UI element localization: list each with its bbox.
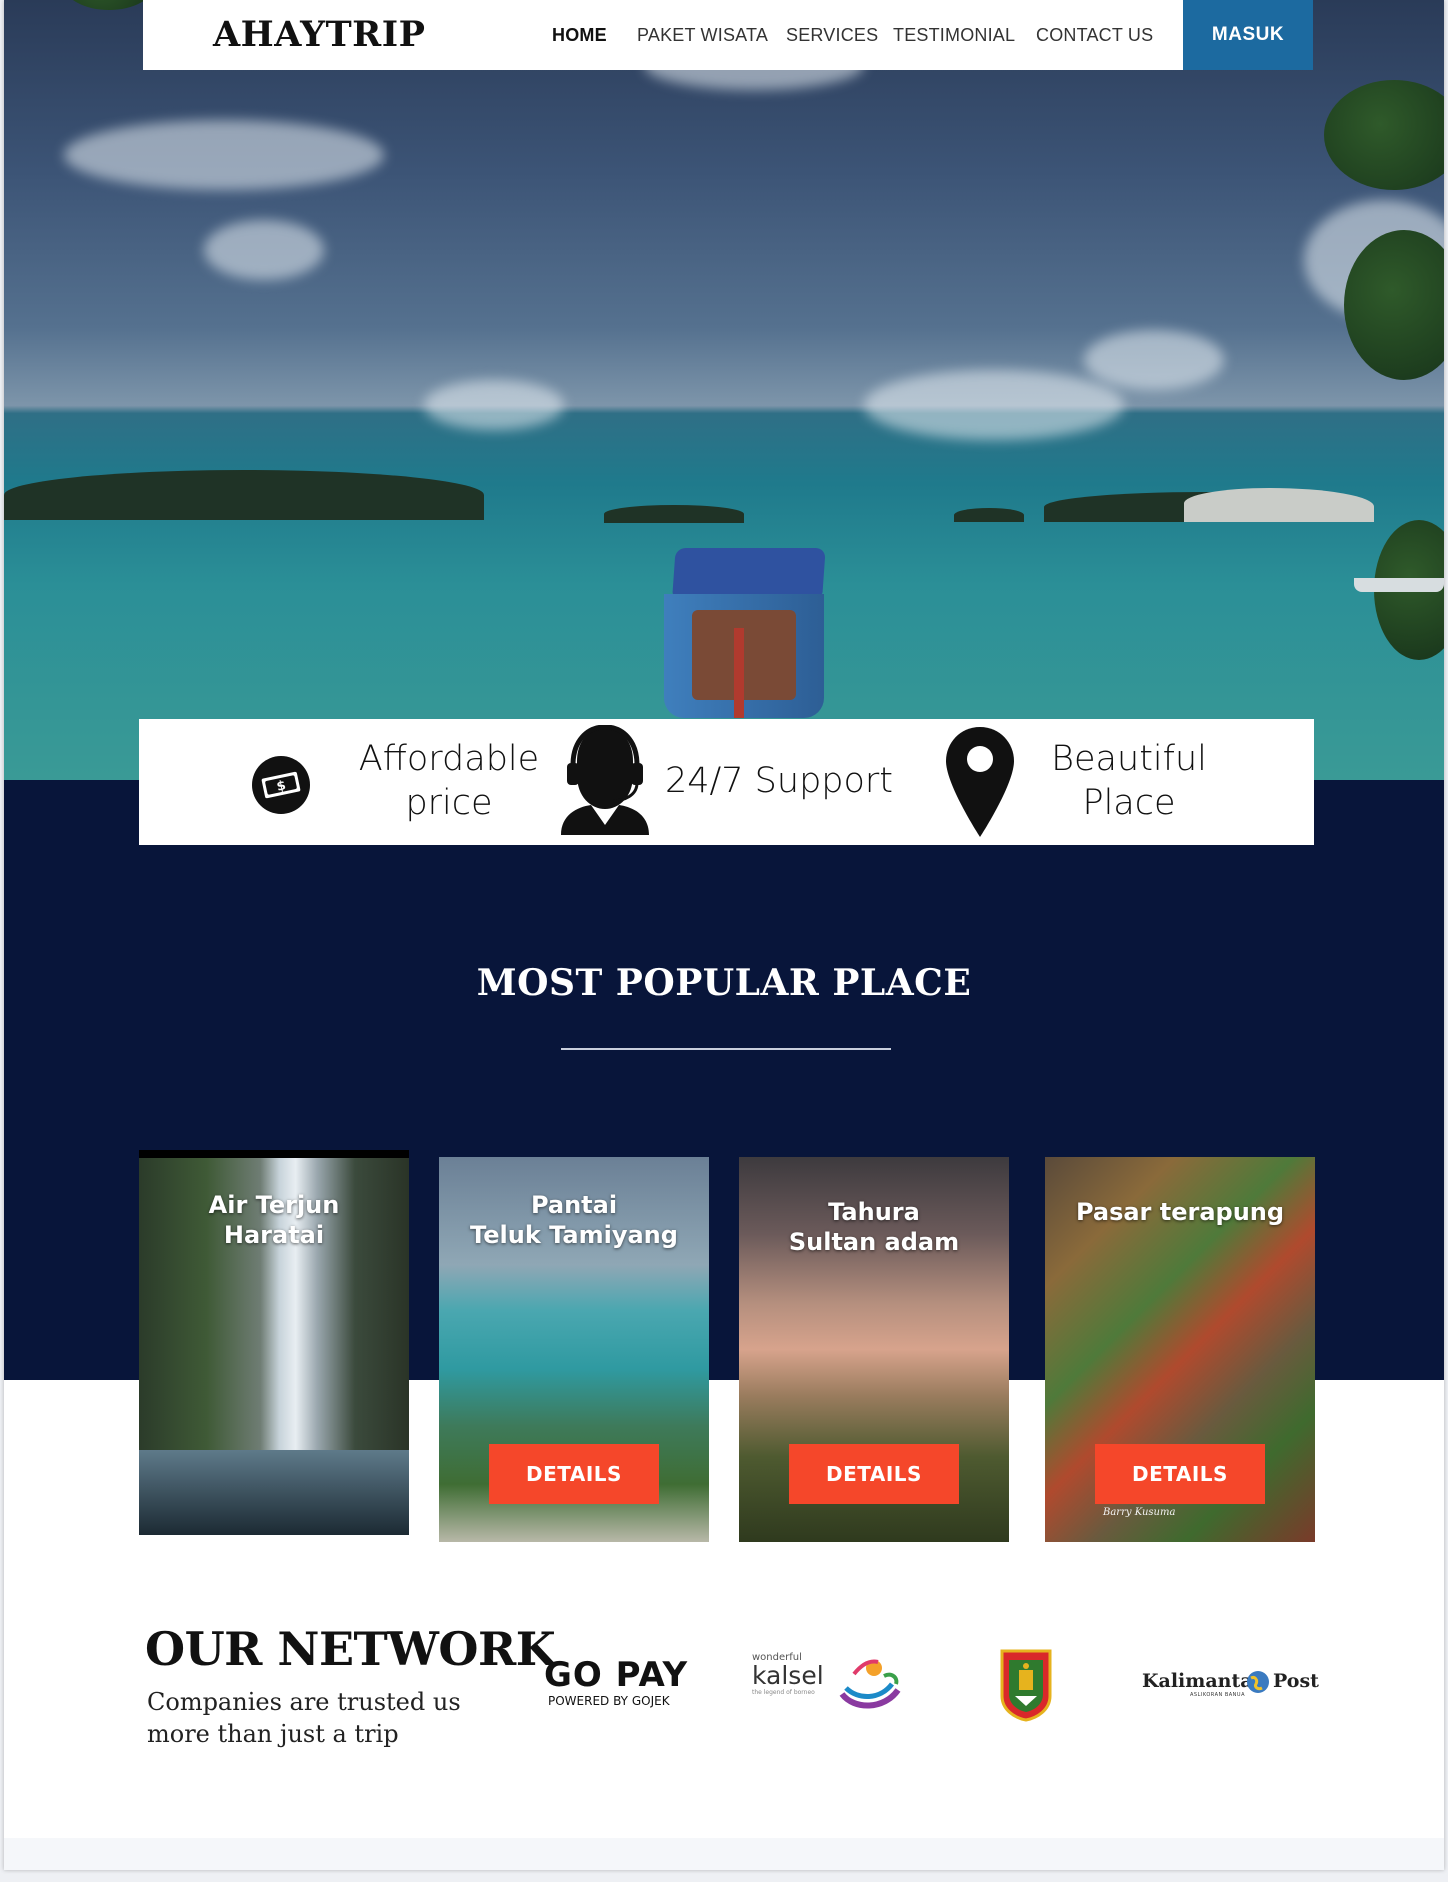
- kalimantan-post-wordmark: Kalimantan Post: [1142, 1670, 1319, 1692]
- feature-support: 24/7 Support: [664, 761, 894, 801]
- money-icon: $: [252, 756, 310, 814]
- card-title-line2: Haratai: [223, 1221, 325, 1249]
- nav-link-contact-us[interactable]: CONTACT US: [1036, 25, 1153, 46]
- feature-affordable-price: Affordable price: [358, 739, 540, 823]
- photo-credit: Barry Kusuma: [1103, 1507, 1176, 1518]
- nav-link-testimonial[interactable]: TESTIMONIAL: [893, 25, 1015, 46]
- page-footer-strip: [4, 1838, 1444, 1870]
- network-subtitle-line2: more than just a trip: [147, 1720, 399, 1748]
- kalsel-boat-icon: [839, 1659, 901, 1709]
- network-title: OUR NETWORK: [145, 1622, 556, 1676]
- card-title-line1: Pasar terapung: [1075, 1198, 1285, 1226]
- boat-image: [664, 548, 826, 718]
- card-title: Pasar terapung: [1045, 1197, 1315, 1227]
- popular-section-title: MOST POPULAR PLACE: [476, 962, 972, 1004]
- site-logo[interactable]: AHAYTRIP: [213, 14, 425, 55]
- details-button[interactable]: DETAILS: [789, 1444, 959, 1504]
- card-title-line1: Air Terjun: [208, 1191, 340, 1219]
- feature-beautiful-place: Beautiful Place: [1051, 739, 1207, 823]
- navbar: AHAYTRIP HOME PAKET WISATA SERVICES TEST…: [143, 0, 1313, 70]
- title-divider: [561, 1048, 891, 1050]
- details-button[interactable]: DETAILS: [1095, 1444, 1265, 1504]
- globe-icon: [1247, 1671, 1269, 1693]
- gopay-powered-by: POWERED BY GOJEK: [548, 1694, 670, 1708]
- nav-link-home[interactable]: HOME: [552, 25, 607, 46]
- network-subtitle: Companies are trusted us more than just …: [147, 1686, 467, 1750]
- card-title: Pantai Teluk Tamiyang: [439, 1190, 709, 1250]
- card-title-line2: Teluk Tamiyang: [470, 1221, 678, 1249]
- location-pin-icon: [946, 727, 1014, 837]
- network-subtitle-line1: Companies are trusted us: [147, 1688, 461, 1716]
- support-agent-icon: [561, 725, 649, 835]
- features-bar: $ Affordable price 24/7 Support Beautifu…: [139, 719, 1314, 845]
- card-air-terjun-haratai[interactable]: Air Terjun Haratai: [139, 1150, 409, 1535]
- card-pantai-teluk-tamiyang[interactable]: Pantai Teluk Tamiyang DETAILS: [439, 1157, 709, 1542]
- partner-kalimantan-post-logo[interactable]: Kalimantan Post ASLIKORAN BANUA: [1142, 1670, 1319, 1710]
- hero-image: [4, 0, 1444, 780]
- card-title-line2: Sultan adam: [788, 1228, 960, 1256]
- card-pasar-terapung[interactable]: Pasar terapung DETAILS Barry Kusuma: [1045, 1157, 1315, 1542]
- login-button[interactable]: MASUK: [1183, 0, 1313, 70]
- card-title: Tahura Sultan adam: [739, 1197, 1009, 1257]
- page: AHAYTRIP HOME PAKET WISATA SERVICES TEST…: [4, 0, 1444, 1870]
- partner-wonderful-kalsel-logo[interactable]: wonderful kalsel the legend of borneo: [752, 1652, 904, 1714]
- card-tahura-sultan-adam[interactable]: Tahura Sultan adam DETAILS: [739, 1157, 1009, 1542]
- card-title-line1: Pantai: [530, 1191, 618, 1219]
- card-title: Air Terjun Haratai: [139, 1190, 409, 1250]
- nav-link-paket-wisata[interactable]: PAKET WISATA: [637, 25, 768, 46]
- nav-link-services[interactable]: SERVICES: [786, 25, 878, 46]
- card-title-line1: Tahura: [828, 1198, 920, 1226]
- details-button[interactable]: DETAILS: [489, 1444, 659, 1504]
- partner-kalsel-emblem[interactable]: [999, 1648, 1053, 1722]
- gopay-wordmark: GO PAY: [544, 1655, 689, 1695]
- partner-gopay-logo[interactable]: GO PAY POWERED BY GOJEK: [544, 1656, 714, 1716]
